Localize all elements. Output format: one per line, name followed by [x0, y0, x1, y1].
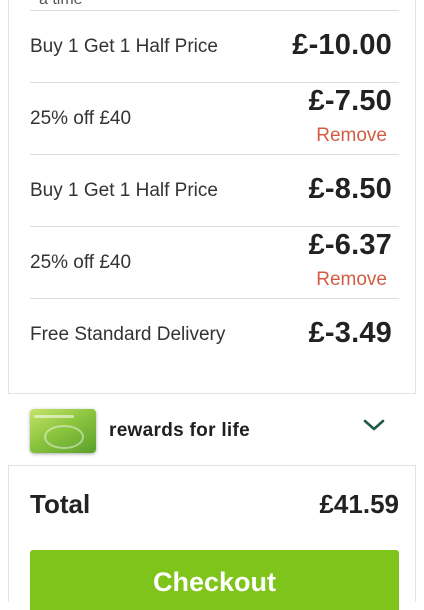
- remove-link[interactable]: Remove: [316, 269, 387, 291]
- checkout-button[interactable]: Checkout: [30, 550, 399, 610]
- discount-label: Buy 1 Get 1 Half Price: [30, 36, 218, 57]
- total-value: £41.59: [319, 489, 399, 519]
- discount-amount: £-10.00: [292, 29, 392, 61]
- chevron-down-icon[interactable]: [362, 416, 386, 434]
- discount-label: Free Standard Delivery: [30, 324, 226, 345]
- rewards-for-life-section[interactable]: rewards for life: [8, 393, 416, 466]
- discount-row: Buy 1 Get 1 Half Price £-10.00: [30, 11, 399, 83]
- discount-label: 25% off £40: [30, 108, 132, 129]
- total-label: Total: [30, 489, 91, 519]
- cutoff-text: a time: [39, 0, 83, 9]
- discount-row: Free Standard Delivery £-3.49: [30, 299, 399, 370]
- discount-amount: £-8.50: [308, 173, 392, 205]
- rewards-title: rewards for life: [109, 420, 251, 441]
- rewards-card-image: [30, 409, 96, 453]
- order-total: Total £41.59: [30, 487, 399, 523]
- discount-label: Buy 1 Get 1 Half Price: [30, 180, 218, 201]
- discount-row: 25% off £40 £-6.37 Remove: [30, 227, 399, 299]
- discount-row: 25% off £40 £-7.50 Remove: [30, 83, 399, 155]
- discount-row: Buy 1 Get 1 Half Price £-8.50: [30, 155, 399, 227]
- remove-link[interactable]: Remove: [316, 125, 387, 147]
- discount-amount: £-7.50: [308, 85, 392, 117]
- discount-label: 25% off £40: [30, 252, 132, 273]
- discount-amount: £-6.37: [308, 229, 392, 261]
- discount-list: Buy 1 Get 1 Half Price £-10.00 25% off £…: [30, 11, 399, 370]
- discount-amount: £-3.49: [308, 317, 392, 349]
